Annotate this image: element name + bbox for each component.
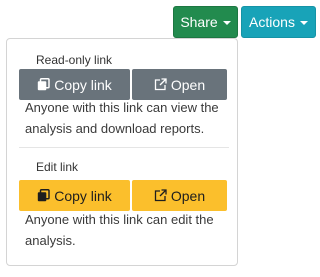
share-button[interactable]: Share	[173, 6, 238, 38]
readonly-link-heading: Read-only link	[36, 53, 113, 67]
share-screen: Share Actions Read-only link Copy link O…	[0, 0, 320, 277]
caret-down-icon	[222, 21, 231, 25]
section-divider	[19, 147, 229, 148]
edit-link-heading: Edit link	[36, 160, 79, 174]
copy-icon	[37, 189, 50, 202]
actions-button[interactable]: Actions	[241, 6, 316, 38]
edit-copy-link-label: Copy link	[54, 187, 112, 204]
edit-open-label: Open	[170, 187, 206, 204]
copy-icon	[37, 78, 50, 91]
edit-open-button[interactable]: Open	[132, 180, 227, 211]
external-link-icon	[154, 189, 167, 202]
share-button-label: Share	[180, 14, 218, 30]
caret-down-icon	[299, 21, 308, 25]
readonly-copy-link-button[interactable]: Copy link	[19, 69, 130, 100]
external-link-icon	[154, 78, 167, 91]
edit-link-description: Anyone with this link can edit the analy…	[25, 212, 214, 248]
readonly-link-description: Anyone with this link can view the analy…	[25, 100, 219, 136]
edit-copy-link-button[interactable]: Copy link	[19, 180, 130, 211]
share-dropdown-menu: Read-only link Copy link Open Anyone wit…	[6, 38, 238, 266]
readonly-copy-link-label: Copy link	[54, 76, 112, 93]
readonly-open-button[interactable]: Open	[132, 69, 227, 100]
readonly-open-label: Open	[170, 76, 206, 93]
actions-button-label: Actions	[249, 14, 295, 30]
